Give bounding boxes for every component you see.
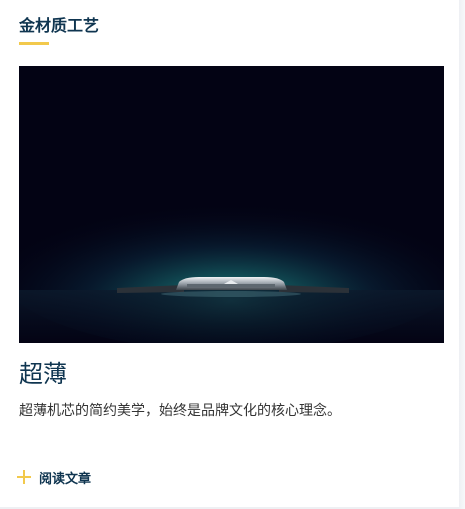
article-hero-image[interactable] (19, 66, 444, 343)
article-summary: 超薄机芯的简约美学，始终是品牌文化的核心理念。 (19, 403, 341, 419)
article-headline[interactable]: 超薄 (19, 358, 67, 390)
read-article-link[interactable]: 阅读文章 (17, 466, 91, 488)
article-card: 金材质工艺 超薄 超薄机芯的简约美学，始终是品牌文化的核心理念。 阅读文章 (0, 0, 459, 507)
section-title: 金材质工艺 (19, 16, 100, 35)
title-underline (19, 42, 49, 45)
read-article-label: 阅读文章 (39, 471, 92, 487)
card-right-edge (459, 0, 465, 509)
plus-icon (17, 470, 31, 484)
